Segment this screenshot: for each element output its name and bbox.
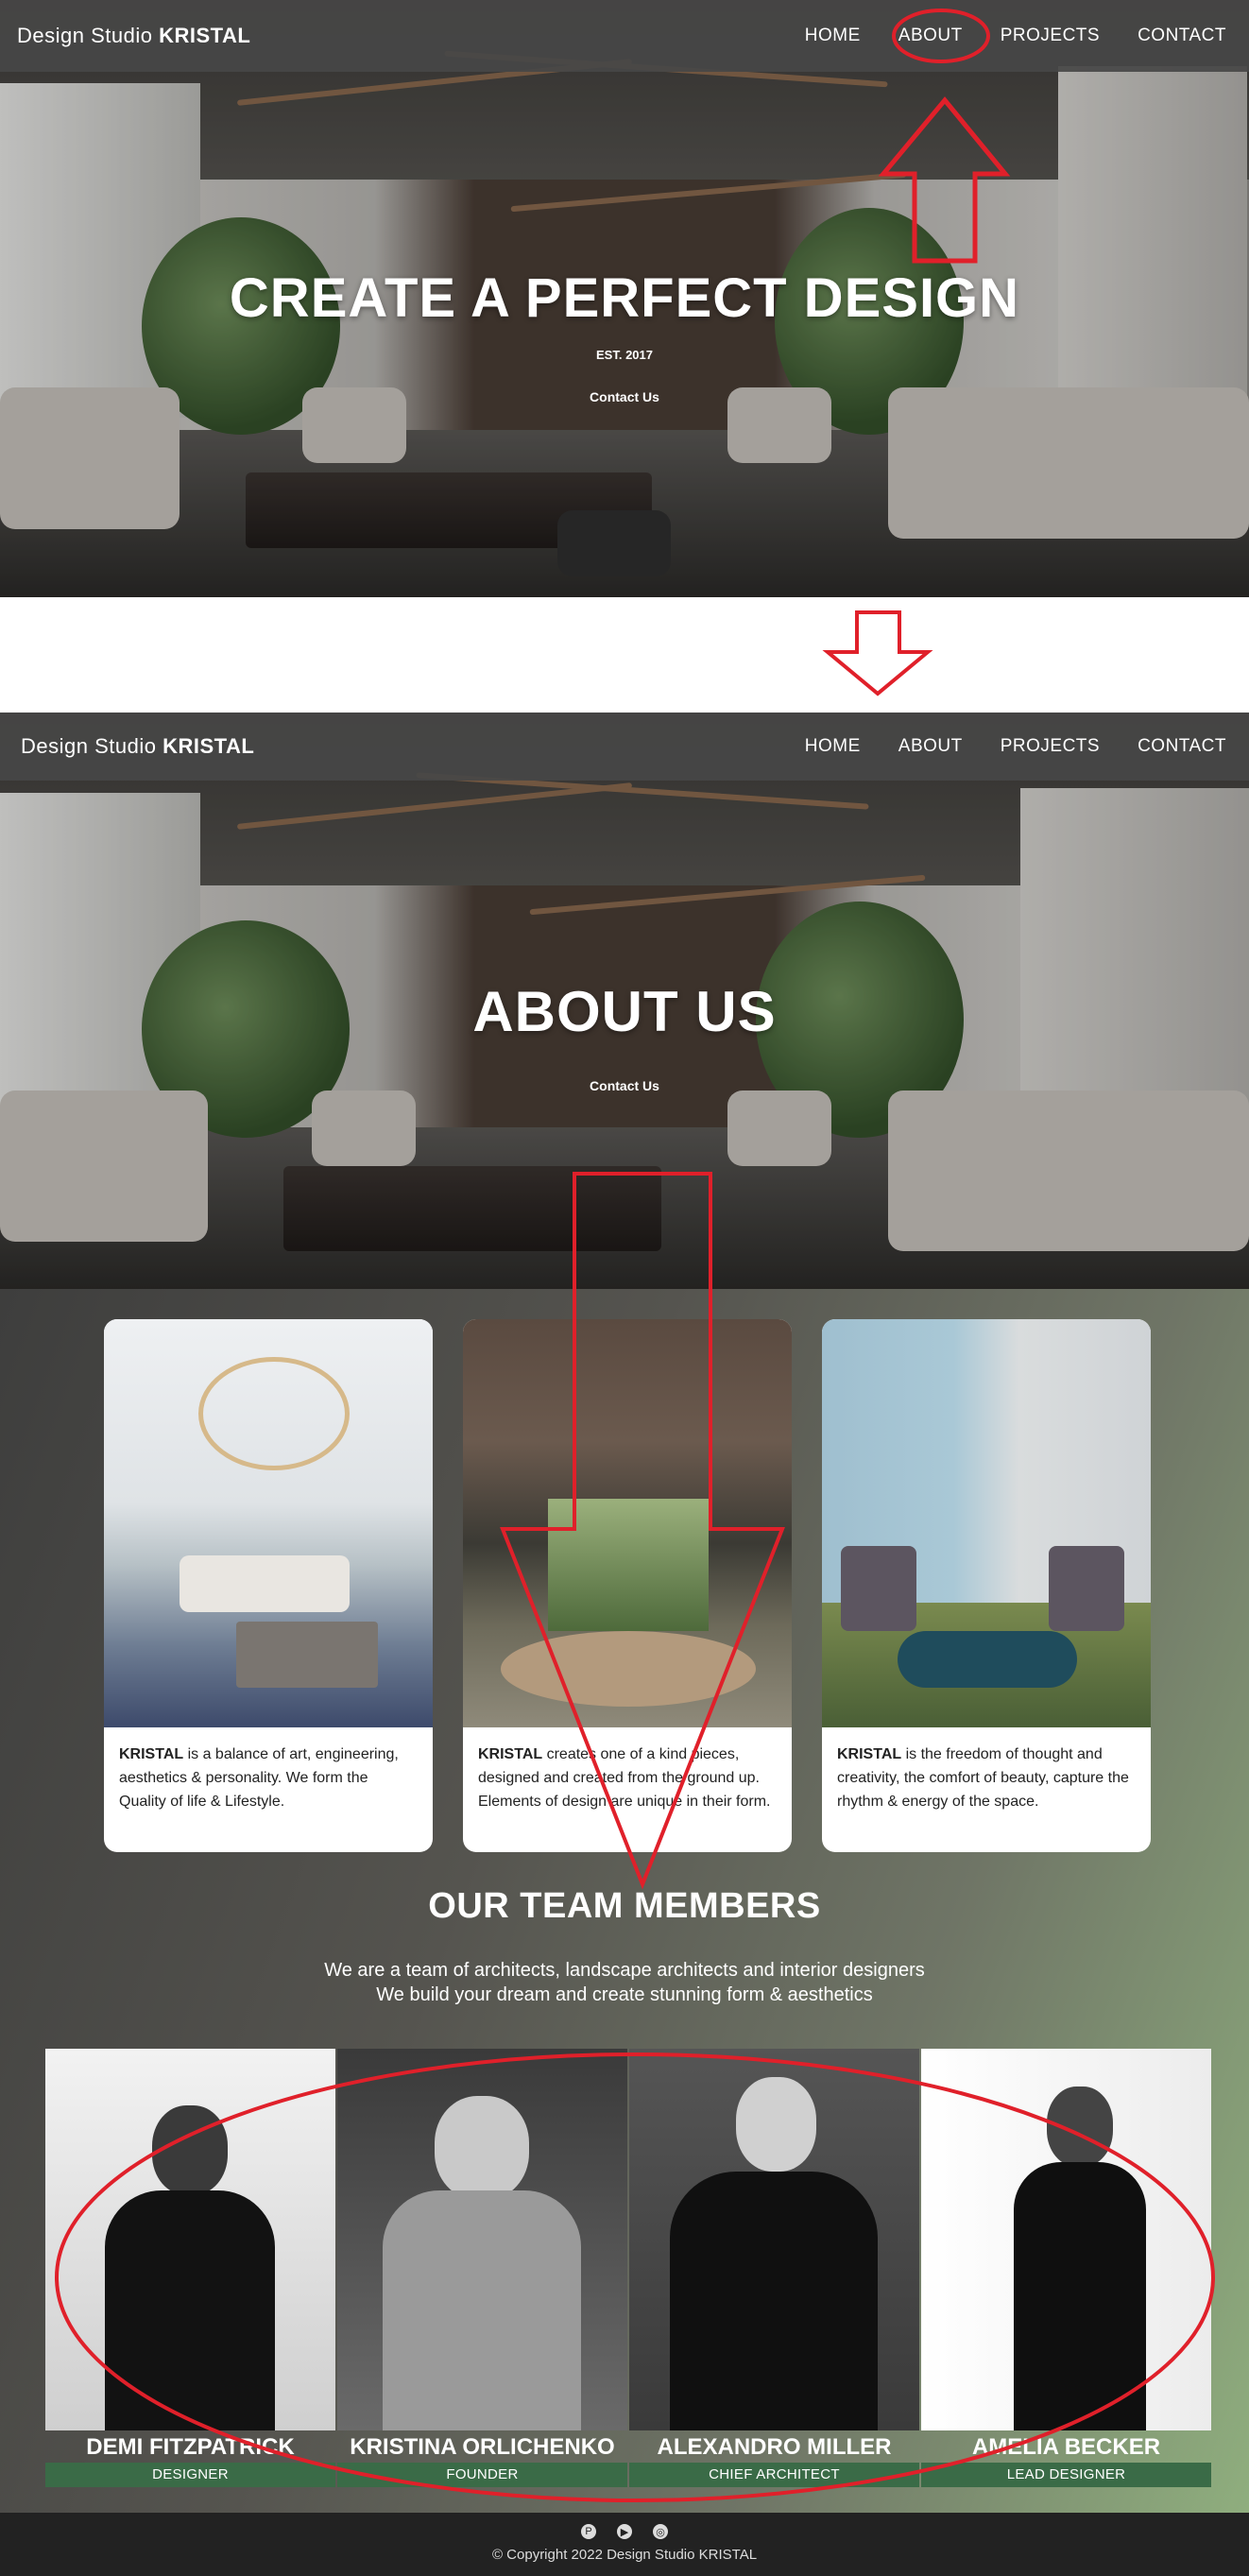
team-member-card: KRISTINA ORLICHENKO FOUNDER — [337, 2049, 627, 2487]
about-nav-home[interactable]: HOME — [805, 736, 861, 757]
member-role-badge: LEAD DESIGNER — [921, 2463, 1211, 2487]
home-hero: CREATE A PERFECT DESIGN EST. 2017 Contac… — [0, 0, 1249, 597]
member-name: AMELIA BECKER — [971, 2434, 1161, 2460]
transition-gap — [0, 597, 1249, 713]
home-nav-home[interactable]: HOME — [805, 26, 861, 46]
member-role-badge: CHIEF ARCHITECT — [629, 2463, 919, 2487]
member-photo — [337, 2049, 627, 2430]
about-hero-title: ABOUT US — [472, 980, 777, 1043]
about-hero: ABOUT US Contact Us — [0, 713, 1249, 1289]
living-room-image — [104, 1319, 433, 1727]
home-nav-contact[interactable]: CONTACT — [1138, 26, 1226, 46]
home-navbar: Design Studio KRISTAL HOME ABOUT PROJECT… — [0, 0, 1249, 72]
about-brand-logo[interactable]: Design Studio KRISTAL — [17, 734, 254, 759]
lounge-room-image — [822, 1319, 1151, 1727]
social-icons: P ▶ ◎ — [0, 2513, 1249, 2539]
about-card: KRISTAL creates one of a kind pieces, de… — [463, 1319, 792, 1852]
member-photo — [629, 2049, 919, 2430]
member-name: DEMI FITZPATRICK — [86, 2434, 295, 2460]
instagram-icon[interactable]: ◎ — [653, 2524, 668, 2539]
about-nav-about[interactable]: ABOUT — [898, 736, 963, 757]
member-photo — [921, 2049, 1211, 2430]
about-navbar: Design Studio KRISTAL HOME ABOUT PROJECT… — [0, 713, 1249, 781]
card-brand: KRISTAL — [478, 1746, 543, 1762]
team-description: We are a team of architects, landscape a… — [324, 1960, 925, 2005]
team-members: DEMI FITZPATRICK DESIGNER KRISTINA ORLIC… — [45, 2049, 1211, 2487]
pinterest-icon[interactable]: P — [581, 2524, 596, 2539]
team-member-card: AMELIA BECKER LEAD DESIGNER — [921, 2049, 1211, 2487]
home-nav-about[interactable]: ABOUT — [898, 26, 963, 46]
home-est-label: EST. 2017 — [596, 348, 653, 362]
dining-room-image — [463, 1319, 792, 1727]
about-card: KRISTAL is a balance of art, engineering… — [104, 1319, 433, 1852]
member-name: KRISTINA ORLICHENKO — [350, 2434, 615, 2460]
about-section: KRISTAL is a balance of art, engineering… — [0, 1289, 1249, 2513]
team-member-card: ALEXANDRO MILLER CHIEF ARCHITECT — [629, 2049, 919, 2487]
member-role-badge: DESIGNER — [45, 2463, 335, 2487]
home-nav-menu: HOME ABOUT PROJECTS CONTACT — [805, 26, 1232, 46]
home-contact-link[interactable]: Contact Us — [0, 389, 1249, 404]
team-title: OUR TEAM MEMBERS — [428, 1886, 821, 1926]
about-nav-projects[interactable]: PROJECTS — [1001, 736, 1100, 757]
about-nav-menu: HOME ABOUT PROJECTS CONTACT — [805, 736, 1232, 757]
member-photo — [45, 2049, 335, 2430]
about-cards: KRISTAL is a balance of art, engineering… — [104, 1319, 1151, 1852]
home-hero-title: CREATE A PERFECT DESIGN — [229, 267, 1020, 329]
youtube-icon[interactable]: ▶ — [617, 2524, 632, 2539]
home-brand-logo[interactable]: Design Studio KRISTAL — [17, 24, 250, 48]
about-card: KRISTAL is the freedom of thought and cr… — [822, 1319, 1151, 1852]
card-brand: KRISTAL — [119, 1746, 184, 1762]
footer: P ▶ ◎ © Copyright 2022 Design Studio KRI… — [0, 2513, 1249, 2576]
card-brand: KRISTAL — [837, 1746, 902, 1762]
about-nav-contact[interactable]: CONTACT — [1138, 736, 1226, 757]
member-name: ALEXANDRO MILLER — [657, 2434, 892, 2460]
member-role-badge: FOUNDER — [337, 2463, 627, 2487]
about-contact-link[interactable]: Contact Us — [0, 1078, 1249, 1093]
team-member-card: DEMI FITZPATRICK DESIGNER — [45, 2049, 335, 2487]
copyright-text: © Copyright 2022 Design Studio KRISTAL — [491, 2547, 758, 2563]
home-nav-projects[interactable]: PROJECTS — [1001, 26, 1100, 46]
